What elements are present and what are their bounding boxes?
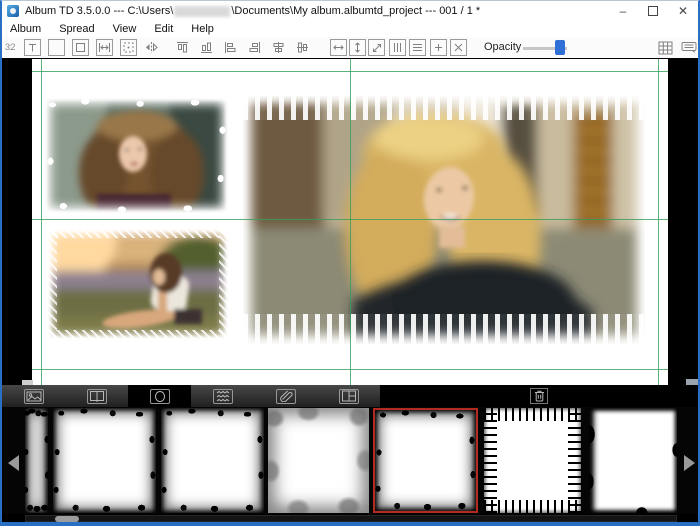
mask-thumb-6[interactable]: [589, 408, 677, 513]
toolbar: 3:2 Opacity: [2, 37, 698, 59]
mask-thumb-4-selected[interactable]: [373, 408, 478, 513]
title-prefix: Album TD 3.5.0.0 --- C:\Users\: [25, 5, 173, 17]
maximize-button[interactable]: [638, 1, 668, 21]
canvas-scroll-left-grip[interactable]: [22, 380, 33, 385]
spread-canvas[interactable]: [2, 58, 698, 385]
guide-vertical-center: [350, 59, 351, 385]
menu-view[interactable]: View: [104, 23, 146, 35]
menu-help[interactable]: Help: [182, 23, 223, 35]
selection-points-icon[interactable]: [120, 39, 137, 56]
grid-icon[interactable]: [657, 39, 674, 56]
guide-vertical-left: [41, 59, 42, 385]
book-icon: [87, 389, 107, 404]
flip-horizontal-icon[interactable]: [143, 39, 160, 56]
resize-height-icon[interactable]: [349, 39, 366, 56]
mask-thumb-1[interactable]: [53, 408, 156, 513]
trash-icon: [534, 390, 545, 402]
delete-box-icon[interactable]: [450, 39, 467, 56]
align-left-icon[interactable]: [222, 39, 239, 56]
photo-blonde-right[interactable]: [243, 96, 645, 344]
center-horizontal-icon[interactable]: [270, 39, 287, 56]
minimize-button[interactable]: –: [608, 1, 638, 21]
menu-edit[interactable]: Edit: [145, 23, 182, 35]
notes-icon[interactable]: [680, 39, 697, 56]
waves-icon: [213, 389, 233, 404]
menu-album[interactable]: Album: [2, 23, 50, 35]
window-title: Album TD 3.5.0.0 --- C:\Users\ \Documents…: [25, 5, 480, 17]
menu-bar: Album Spread View Edit Help: [2, 21, 698, 37]
mask-thumb-5[interactable]: [484, 408, 581, 513]
window-controls: – ✕: [608, 1, 698, 21]
mask-thumb-3[interactable]: [268, 408, 369, 513]
app-icon: [7, 5, 19, 17]
title-suffix: \Documents\My album.albumtd_project --- …: [231, 5, 480, 17]
guide-horizontal-center: [32, 219, 668, 220]
album-td-window: Album TD 3.5.0.0 --- C:\Users\ \Documents…: [0, 0, 700, 526]
oval-mask-icon: [150, 389, 170, 404]
menu-spread[interactable]: Spread: [50, 23, 103, 35]
rectangle-icon[interactable]: [48, 39, 65, 56]
add-box-icon[interactable]: [430, 39, 447, 56]
opacity-slider-thumb[interactable]: [555, 40, 565, 55]
frame-margins-icon[interactable]: [72, 39, 89, 56]
photo-icon: [24, 389, 44, 404]
panel-tab-bar: [2, 385, 698, 407]
scroll-left-arrow[interactable]: [8, 455, 19, 471]
thumbnail-scrollbar: [2, 514, 698, 523]
maximize-icon: [648, 6, 658, 16]
horizontal-spacing-icon[interactable]: [96, 39, 113, 56]
stripes-vertical-icon[interactable]: [389, 39, 406, 56]
delete-mask-button[interactable]: [530, 388, 548, 404]
align-bottom-icon[interactable]: [198, 39, 215, 56]
layout-icon: [339, 389, 359, 404]
censored-username: [174, 6, 230, 17]
opacity-label: Opacity: [484, 41, 521, 53]
stripes-horizontal-icon[interactable]: [409, 39, 426, 56]
align-right-icon[interactable]: [246, 39, 263, 56]
photo-portrait-top-left[interactable]: [45, 98, 228, 213]
align-top-icon[interactable]: [174, 39, 191, 56]
close-button[interactable]: ✕: [668, 1, 698, 21]
scrollbar-track[interactable]: [25, 515, 677, 522]
canvas-scroll-right-grip[interactable]: [686, 379, 699, 385]
guide-vertical-right: [658, 59, 659, 385]
photo-field-bottom-left[interactable]: [48, 229, 228, 339]
paperclip-icon: [276, 389, 296, 404]
mask-thumb-2[interactable]: [161, 408, 264, 513]
scrollbar-thumb[interactable]: [55, 516, 79, 522]
tab-masks[interactable]: [128, 385, 191, 407]
resize-diagonal-icon[interactable]: [368, 39, 385, 56]
title-bar: Album TD 3.5.0.0 --- C:\Users\ \Documents…: [2, 1, 698, 21]
tab-photos[interactable]: [2, 385, 65, 407]
text-box-icon[interactable]: [24, 39, 41, 56]
tab-layouts[interactable]: [317, 385, 380, 407]
tab-textures[interactable]: [191, 385, 254, 407]
scroll-right-arrow[interactable]: [684, 455, 695, 471]
guide-horizontal-bottom: [32, 369, 668, 370]
tab-spreads[interactable]: [65, 385, 128, 407]
aspect-ratio-icon[interactable]: 3:2: [5, 42, 15, 52]
mask-thumb-partial[interactable]: [25, 408, 48, 513]
mask-thumbnail-strip: [2, 407, 698, 514]
center-vertical-icon[interactable]: [294, 39, 311, 56]
guide-horizontal-top: [32, 71, 668, 72]
tab-cliparts[interactable]: [254, 385, 317, 407]
resize-width-icon[interactable]: [330, 39, 347, 56]
